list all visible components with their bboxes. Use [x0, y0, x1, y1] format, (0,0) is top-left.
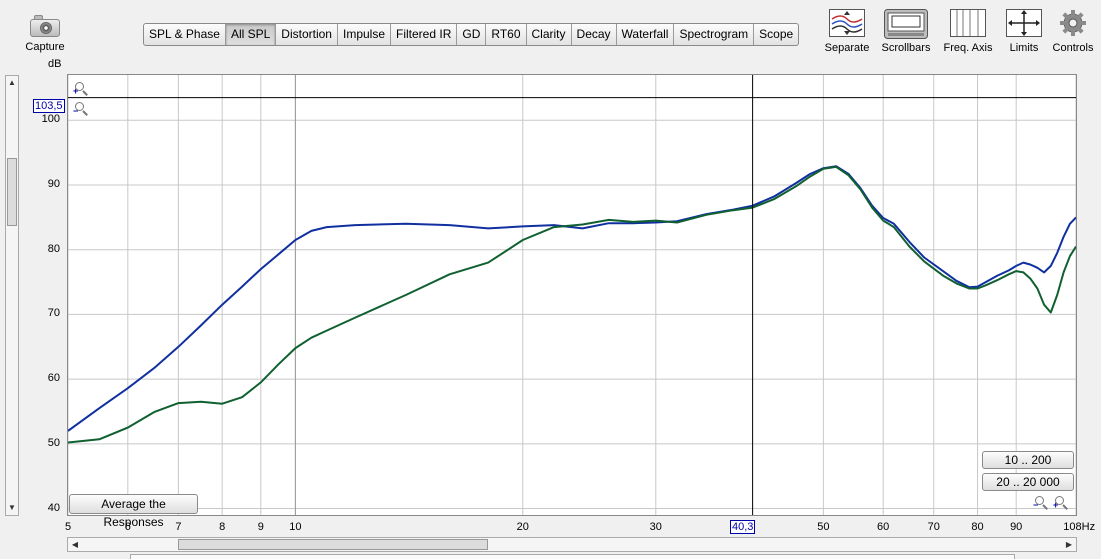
y-tick-label: 50 [47, 436, 60, 449]
controls-button[interactable]: Controls [1049, 9, 1097, 54]
tab-decay[interactable]: Decay [572, 24, 617, 45]
bottom-panel-edge [130, 554, 1015, 559]
scroll-down-icon[interactable]: ▼ [6, 501, 18, 515]
scroll-right-icon[interactable]: ▶ [1062, 538, 1076, 551]
y-tick-label: 70 [47, 307, 60, 320]
tab-gd[interactable]: GD [457, 24, 487, 45]
tab-spectrogram[interactable]: Spectrogram [674, 24, 755, 45]
y-tick-label: 90 [47, 178, 60, 190]
tab-filtered-ir[interactable]: Filtered IR [391, 24, 458, 45]
x-tick-label: 50 [817, 521, 830, 533]
tab-rt60[interactable]: RT60 [486, 24, 527, 45]
separate-traces-icon [829, 9, 865, 37]
y-tick-label: 60 [47, 372, 60, 385]
scrollbars-icon [884, 9, 928, 39]
controls-label: Controls [1052, 42, 1094, 54]
tab-waterfall[interactable]: Waterfall [617, 24, 675, 45]
x-tick-label: 9 [257, 521, 264, 533]
capture-button[interactable]: Capture [20, 10, 70, 53]
zoom-out-y-icon[interactable]: − [73, 102, 89, 116]
scroll-left-icon[interactable]: ◀ [68, 538, 82, 551]
zoom-out-x-icon[interactable]: − [1033, 496, 1049, 510]
tab-spl-phase[interactable]: SPL & Phase [144, 24, 226, 45]
capture-label: Capture [25, 41, 65, 53]
spl-chart [68, 75, 1076, 515]
x-tick-label: 8 [219, 521, 226, 533]
y-tick-label: 100 [41, 113, 60, 126]
scrollbars-label: Scrollbars [881, 42, 931, 54]
y-axis-unit: dB [48, 58, 62, 70]
x-tick-label: 60 [877, 521, 890, 533]
gear-icon [1059, 9, 1087, 37]
tab-scope[interactable]: Scope [754, 24, 798, 45]
x-tick-label: 5 [64, 521, 72, 533]
range-10-200-button[interactable]: 10 .. 200 [982, 451, 1074, 469]
scroll-up-icon[interactable]: ▲ [6, 76, 18, 90]
freq-axis-icon [950, 9, 986, 37]
tab-clarity[interactable]: Clarity [527, 24, 572, 45]
x-tick-label: 30 [649, 521, 662, 533]
plot-area[interactable]: + − − + [67, 74, 1077, 516]
limits-label: Limits [1009, 42, 1039, 54]
series-line-2 [68, 165, 1076, 444]
tab-impulse[interactable]: Impulse [338, 24, 392, 45]
scrollbars-button[interactable]: Scrollbars [878, 9, 934, 54]
horizontal-scrollbar[interactable]: ◀ ▶ [67, 537, 1077, 552]
x-tick-label: 90 [1010, 521, 1023, 533]
view-tabs: SPL & Phase All SPL Distortion Impulse F… [143, 23, 800, 46]
vertical-scrollbar[interactable]: ▲ ▼ [5, 75, 19, 516]
x-tick-label: 10 [289, 521, 302, 533]
limits-button[interactable]: Limits [1004, 9, 1044, 54]
series-line-1 [68, 165, 1076, 432]
tab-all-spl[interactable]: All SPL [225, 24, 277, 45]
vertical-scroll-thumb[interactable] [7, 158, 17, 226]
cursor-x-readout: 40,3 [730, 520, 756, 534]
limits-arrows-icon [1006, 9, 1042, 37]
tab-distortion[interactable]: Distortion [276, 24, 338, 45]
freq-axis-button[interactable]: Freq. Axis [940, 9, 996, 54]
x-tick-label: 108Hz [1063, 521, 1096, 533]
x-tick-label: 70 [927, 521, 940, 533]
horizontal-scroll-thumb[interactable] [178, 539, 488, 550]
x-tick-label: 80 [971, 521, 984, 533]
average-responses-button[interactable]: Average the Responses [69, 494, 198, 529]
x-tick-label: 20 [516, 521, 529, 533]
y-tick-label: 40 [47, 501, 60, 514]
freq-axis-label: Freq. Axis [943, 42, 993, 54]
y-tick-label: 80 [47, 242, 60, 255]
range-20-20000-button[interactable]: 20 .. 20 000 [982, 473, 1074, 491]
zoom-in-y-icon[interactable]: + [73, 82, 89, 96]
separate-label: Separate [824, 42, 870, 54]
zoom-in-x-icon[interactable]: + [1053, 496, 1069, 510]
camera-icon [30, 13, 60, 37]
cursor-y-readout: 103,5 [33, 99, 65, 113]
separate-button[interactable]: Separate [822, 9, 872, 54]
x-tick-label: 7 [175, 521, 182, 533]
